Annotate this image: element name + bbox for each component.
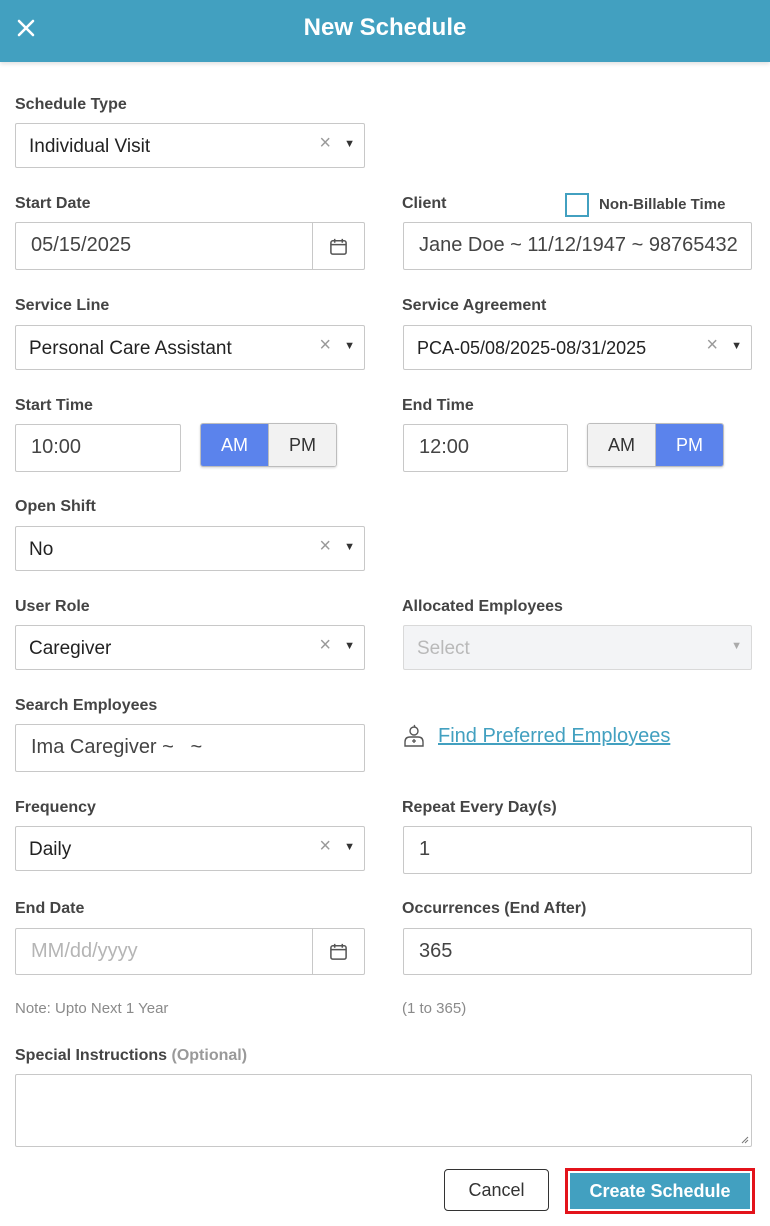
special-instructions-label: Special Instructions (Optional) — [15, 1047, 247, 1065]
clear-icon[interactable]: × — [319, 536, 331, 556]
service-line-label: Service Line — [15, 297, 110, 314]
service-line-value: Personal Care Assistant — [29, 338, 232, 359]
schedule-type-label: Schedule Type — [15, 96, 127, 113]
start-time-field[interactable]: 10:00 — [15, 424, 181, 472]
service-agreement-select[interactable]: PCA-05/08/2025-08/31/2025 × ▼ — [403, 325, 752, 370]
client-label: Client — [402, 195, 447, 212]
client-value: Jane Doe ~ 11/12/1947 ~ 9876543210 — [419, 234, 739, 256]
end-time-value: 12:00 — [419, 436, 470, 458]
create-schedule-highlight: Create Schedule — [565, 1168, 755, 1214]
preferred-employee-icon[interactable] — [402, 724, 426, 748]
clear-icon[interactable]: × — [319, 635, 331, 655]
calendar-button[interactable] — [312, 223, 364, 269]
service-agreement-value: PCA-05/08/2025-08/31/2025 — [417, 338, 647, 358]
open-shift-label: Open Shift — [15, 498, 96, 515]
end-pm-button[interactable]: PM — [656, 424, 723, 466]
allocated-employees-placeholder: Select — [417, 638, 470, 659]
start-pm-button[interactable]: PM — [269, 424, 336, 466]
chevron-down-icon[interactable]: ▼ — [344, 541, 355, 553]
non-billable-label: Non-Billable Time — [599, 196, 726, 213]
special-instructions-label-text: Special Instructions — [15, 1047, 168, 1064]
search-employees-field[interactable]: Ima Caregiver ~ ~ — [15, 724, 365, 772]
modal-header: New Schedule — [0, 0, 770, 62]
end-date-note: Note: Upto Next 1 Year — [15, 1000, 169, 1017]
clear-icon[interactable]: × — [706, 335, 718, 355]
chevron-down-icon[interactable]: ▼ — [344, 640, 355, 652]
chevron-down-icon[interactable]: ▼ — [731, 340, 742, 352]
calendar-icon — [330, 943, 347, 960]
find-preferred-employees-link[interactable]: Find Preferred Employees — [438, 725, 670, 748]
start-time-value: 10:00 — [31, 436, 82, 458]
frequency-value: Daily — [29, 839, 72, 860]
chevron-down-icon[interactable]: ▼ — [344, 841, 355, 853]
resize-grip-icon[interactable] — [739, 1134, 749, 1144]
cancel-button[interactable]: Cancel — [444, 1169, 549, 1211]
end-date-placeholder: MM/dd/yyyy — [31, 940, 138, 962]
start-time-ampm-toggle: AM PM — [200, 423, 337, 467]
start-date-field[interactable]: 05/15/2025 — [15, 222, 365, 270]
chevron-down-icon[interactable]: ▼ — [344, 340, 355, 352]
frequency-label: Frequency — [15, 799, 96, 816]
user-role-label: User Role — [15, 598, 90, 615]
schedule-type-select[interactable]: Individual Visit × ▼ — [15, 123, 365, 168]
open-shift-value: No — [29, 539, 54, 560]
start-date-label: Start Date — [15, 195, 91, 212]
occurrences-label: Occurrences (End After) — [402, 900, 587, 917]
chevron-down-icon: ▼ — [731, 640, 742, 652]
service-line-select[interactable]: Personal Care Assistant × ▼ — [15, 325, 365, 370]
end-am-button[interactable]: AM — [588, 424, 656, 466]
non-billable-checkbox[interactable] — [565, 193, 589, 217]
end-date-field[interactable]: MM/dd/yyyy — [15, 928, 365, 975]
user-role-select[interactable]: Caregiver × ▼ — [15, 625, 365, 670]
end-time-ampm-toggle: AM PM — [587, 423, 724, 467]
repeat-every-field[interactable]: 1 — [403, 826, 752, 874]
user-role-value: Caregiver — [29, 638, 112, 659]
special-instructions-textarea[interactable] — [15, 1074, 752, 1147]
service-agreement-label: Service Agreement — [402, 297, 547, 314]
repeat-every-value: 1 — [419, 838, 431, 860]
occurrences-field[interactable]: 365 — [403, 928, 752, 975]
start-date-value: 05/15/2025 — [31, 234, 132, 256]
search-employees-label: Search Employees — [15, 697, 158, 714]
end-date-label: End Date — [15, 900, 85, 917]
end-time-label: End Time — [402, 397, 474, 414]
schedule-type-value: Individual Visit — [29, 136, 151, 157]
start-am-button[interactable]: AM — [201, 424, 269, 466]
optional-tag: (Optional) — [171, 1047, 248, 1064]
clear-icon[interactable]: × — [319, 335, 331, 355]
calendar-button[interactable] — [312, 929, 364, 974]
occurrences-note: (1 to 365) — [402, 1000, 467, 1017]
start-time-label: Start Time — [15, 397, 93, 414]
chevron-down-icon[interactable]: ▼ — [344, 138, 355, 150]
client-field[interactable]: Jane Doe ~ 11/12/1947 ~ 9876543210 — [403, 222, 752, 270]
occurrences-value: 365 — [419, 940, 453, 962]
end-time-field[interactable]: 12:00 — [403, 424, 568, 472]
create-schedule-button[interactable]: Create Schedule — [570, 1173, 750, 1209]
search-employees-value: Ima Caregiver ~ ~ — [31, 736, 203, 758]
allocated-employees-select: Select ▼ — [403, 625, 752, 670]
calendar-icon — [330, 238, 347, 255]
modal-title: New Schedule — [303, 14, 467, 41]
frequency-select[interactable]: Daily × ▼ — [15, 826, 365, 871]
clear-icon[interactable]: × — [319, 836, 331, 856]
allocated-employees-label: Allocated Employees — [402, 598, 563, 615]
open-shift-select[interactable]: No × ▼ — [15, 526, 365, 571]
repeat-every-label: Repeat Every Day(s) — [402, 799, 557, 816]
clear-icon[interactable]: × — [319, 133, 331, 153]
